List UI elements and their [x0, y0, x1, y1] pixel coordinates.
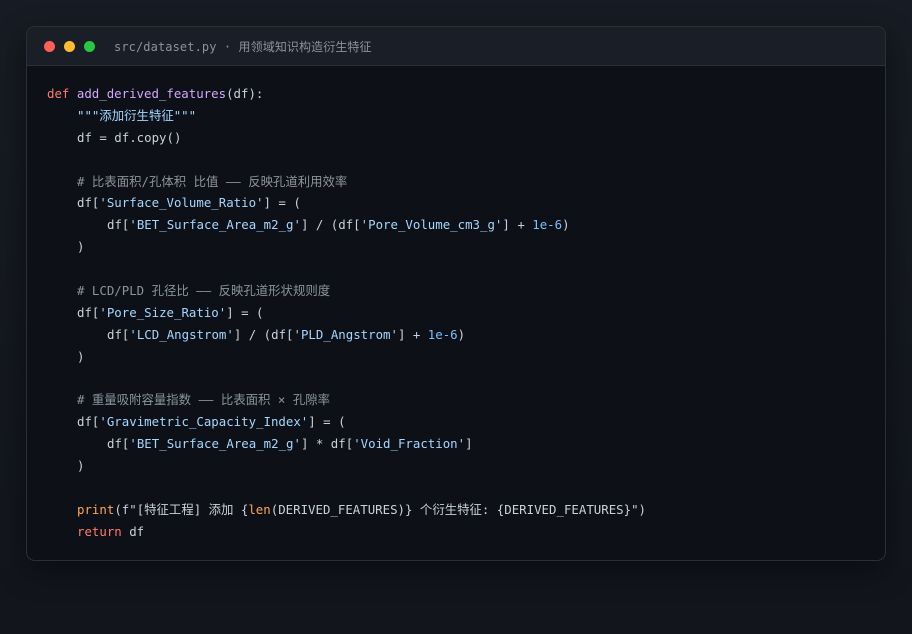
code-token: print	[77, 501, 115, 517]
code-token: df = df.copy()	[77, 129, 182, 145]
code-token: """添加衍生特征"""	[77, 107, 197, 123]
code-token: )	[77, 458, 85, 474]
code-token: add_derived_features	[76, 86, 227, 101]
code-token: return	[77, 523, 122, 539]
code-token: 'Pore_Size_Ratio'	[99, 304, 227, 320]
code-token: df[	[107, 436, 130, 452]
code-token: def	[47, 86, 70, 101]
code-token: 'Surface_Volume_Ratio'	[99, 195, 264, 211]
code-line: # 重量吸附容量指数 —— 比表面积 × 孔隙率	[47, 389, 875, 411]
code-token: # 重量吸附容量指数 —— 比表面积 × 孔隙率	[77, 392, 330, 408]
code-token: 'BET_Surface_Area_m2_g'	[129, 217, 301, 233]
code-token: (df):	[226, 86, 264, 101]
code-line: )	[47, 346, 875, 368]
code-token: 'PLD_Angstrom'	[293, 326, 398, 342]
code-token: 'Gravimetric_Capacity_Index'	[99, 414, 309, 430]
code-token: ] = (	[308, 414, 346, 430]
code-token: (DERIVED_FEATURES)} 个衍生特征: {DERIVED_FEAT…	[270, 501, 646, 517]
code-block: def add_derived_features(df): """添加衍生特征""…	[47, 83, 875, 543]
code-token: )	[77, 348, 85, 364]
code-token: 'Pore_Volume_cm3_g'	[360, 217, 503, 233]
code-token: 1e-6	[427, 326, 458, 342]
code-window: src/dataset.py · 用领域知识构造衍生特征 def add_der…	[26, 26, 886, 561]
code-token: )	[562, 217, 570, 233]
code-token: 'LCD_Angstrom'	[129, 326, 234, 342]
code-token: # 比表面积/孔体积 比值 —— 反映孔道利用效率	[77, 173, 348, 189]
code-line: return df	[47, 521, 875, 543]
code-line: df['Gravimetric_Capacity_Index'] = (	[47, 411, 875, 433]
window-title: src/dataset.py · 用领域知识构造衍生特征	[114, 40, 372, 54]
code-token: df[	[77, 304, 100, 320]
code-line: df['BET_Surface_Area_m2_g'] * df['Void_F…	[47, 433, 875, 455]
code-token: ] = (	[263, 195, 301, 211]
code-line: df['BET_Surface_Area_m2_g'] / (df['Pore_…	[47, 214, 875, 236]
code-token: df[	[107, 217, 130, 233]
code-token: ] +	[502, 217, 533, 233]
minimize-window-button[interactable]	[64, 41, 75, 52]
code-token: df[	[77, 195, 100, 211]
code-token: ] = (	[226, 304, 264, 320]
code-token: # LCD/PLD 孔径比 —— 反映孔道形状规则度	[77, 283, 331, 299]
code-token: df	[121, 523, 145, 539]
code-line: )	[47, 455, 875, 477]
code-line: def add_derived_features(df):	[47, 83, 875, 105]
code-line: df = df.copy()	[47, 127, 875, 149]
code-token: df[	[77, 414, 100, 430]
code-token: 1e-6	[532, 217, 563, 233]
code-line: # LCD/PLD 孔径比 —— 反映孔道形状规则度	[47, 280, 875, 302]
code-line: df['Surface_Volume_Ratio'] = (	[47, 192, 875, 214]
code-token: ] * df[	[300, 436, 354, 452]
code-token: )	[457, 326, 466, 342]
code-token: 'Void_Fraction'	[353, 436, 466, 452]
code-line: df['Pore_Size_Ratio'] = (	[47, 302, 875, 324]
code-token: len	[248, 501, 271, 517]
code-token: ]	[465, 436, 473, 452]
code-token: ] +	[397, 326, 428, 342]
close-window-button[interactable]	[44, 41, 55, 52]
code-token: 'BET_Surface_Area_m2_g'	[129, 436, 301, 452]
zoom-window-button[interactable]	[84, 41, 95, 52]
code-token: (f"[特征工程] 添加 {	[114, 501, 249, 517]
code-token: )	[77, 239, 85, 255]
code-line: print(f"[特征工程] 添加 {len(DERIVED_FEATURES)…	[47, 499, 875, 521]
code-line: """添加衍生特征"""	[47, 105, 875, 127]
window-titlebar: src/dataset.py · 用领域知识构造衍生特征	[27, 27, 885, 66]
code-line: )	[47, 236, 875, 258]
code-token: df[	[107, 326, 130, 342]
code-line: df['LCD_Angstrom'] / (df['PLD_Angstrom']…	[47, 324, 875, 346]
code-token: ] / (df[	[233, 326, 294, 342]
code-line: # 比表面积/孔体积 比值 —— 反映孔道利用效率	[47, 171, 875, 193]
code-token: ] / (df[	[300, 217, 361, 233]
